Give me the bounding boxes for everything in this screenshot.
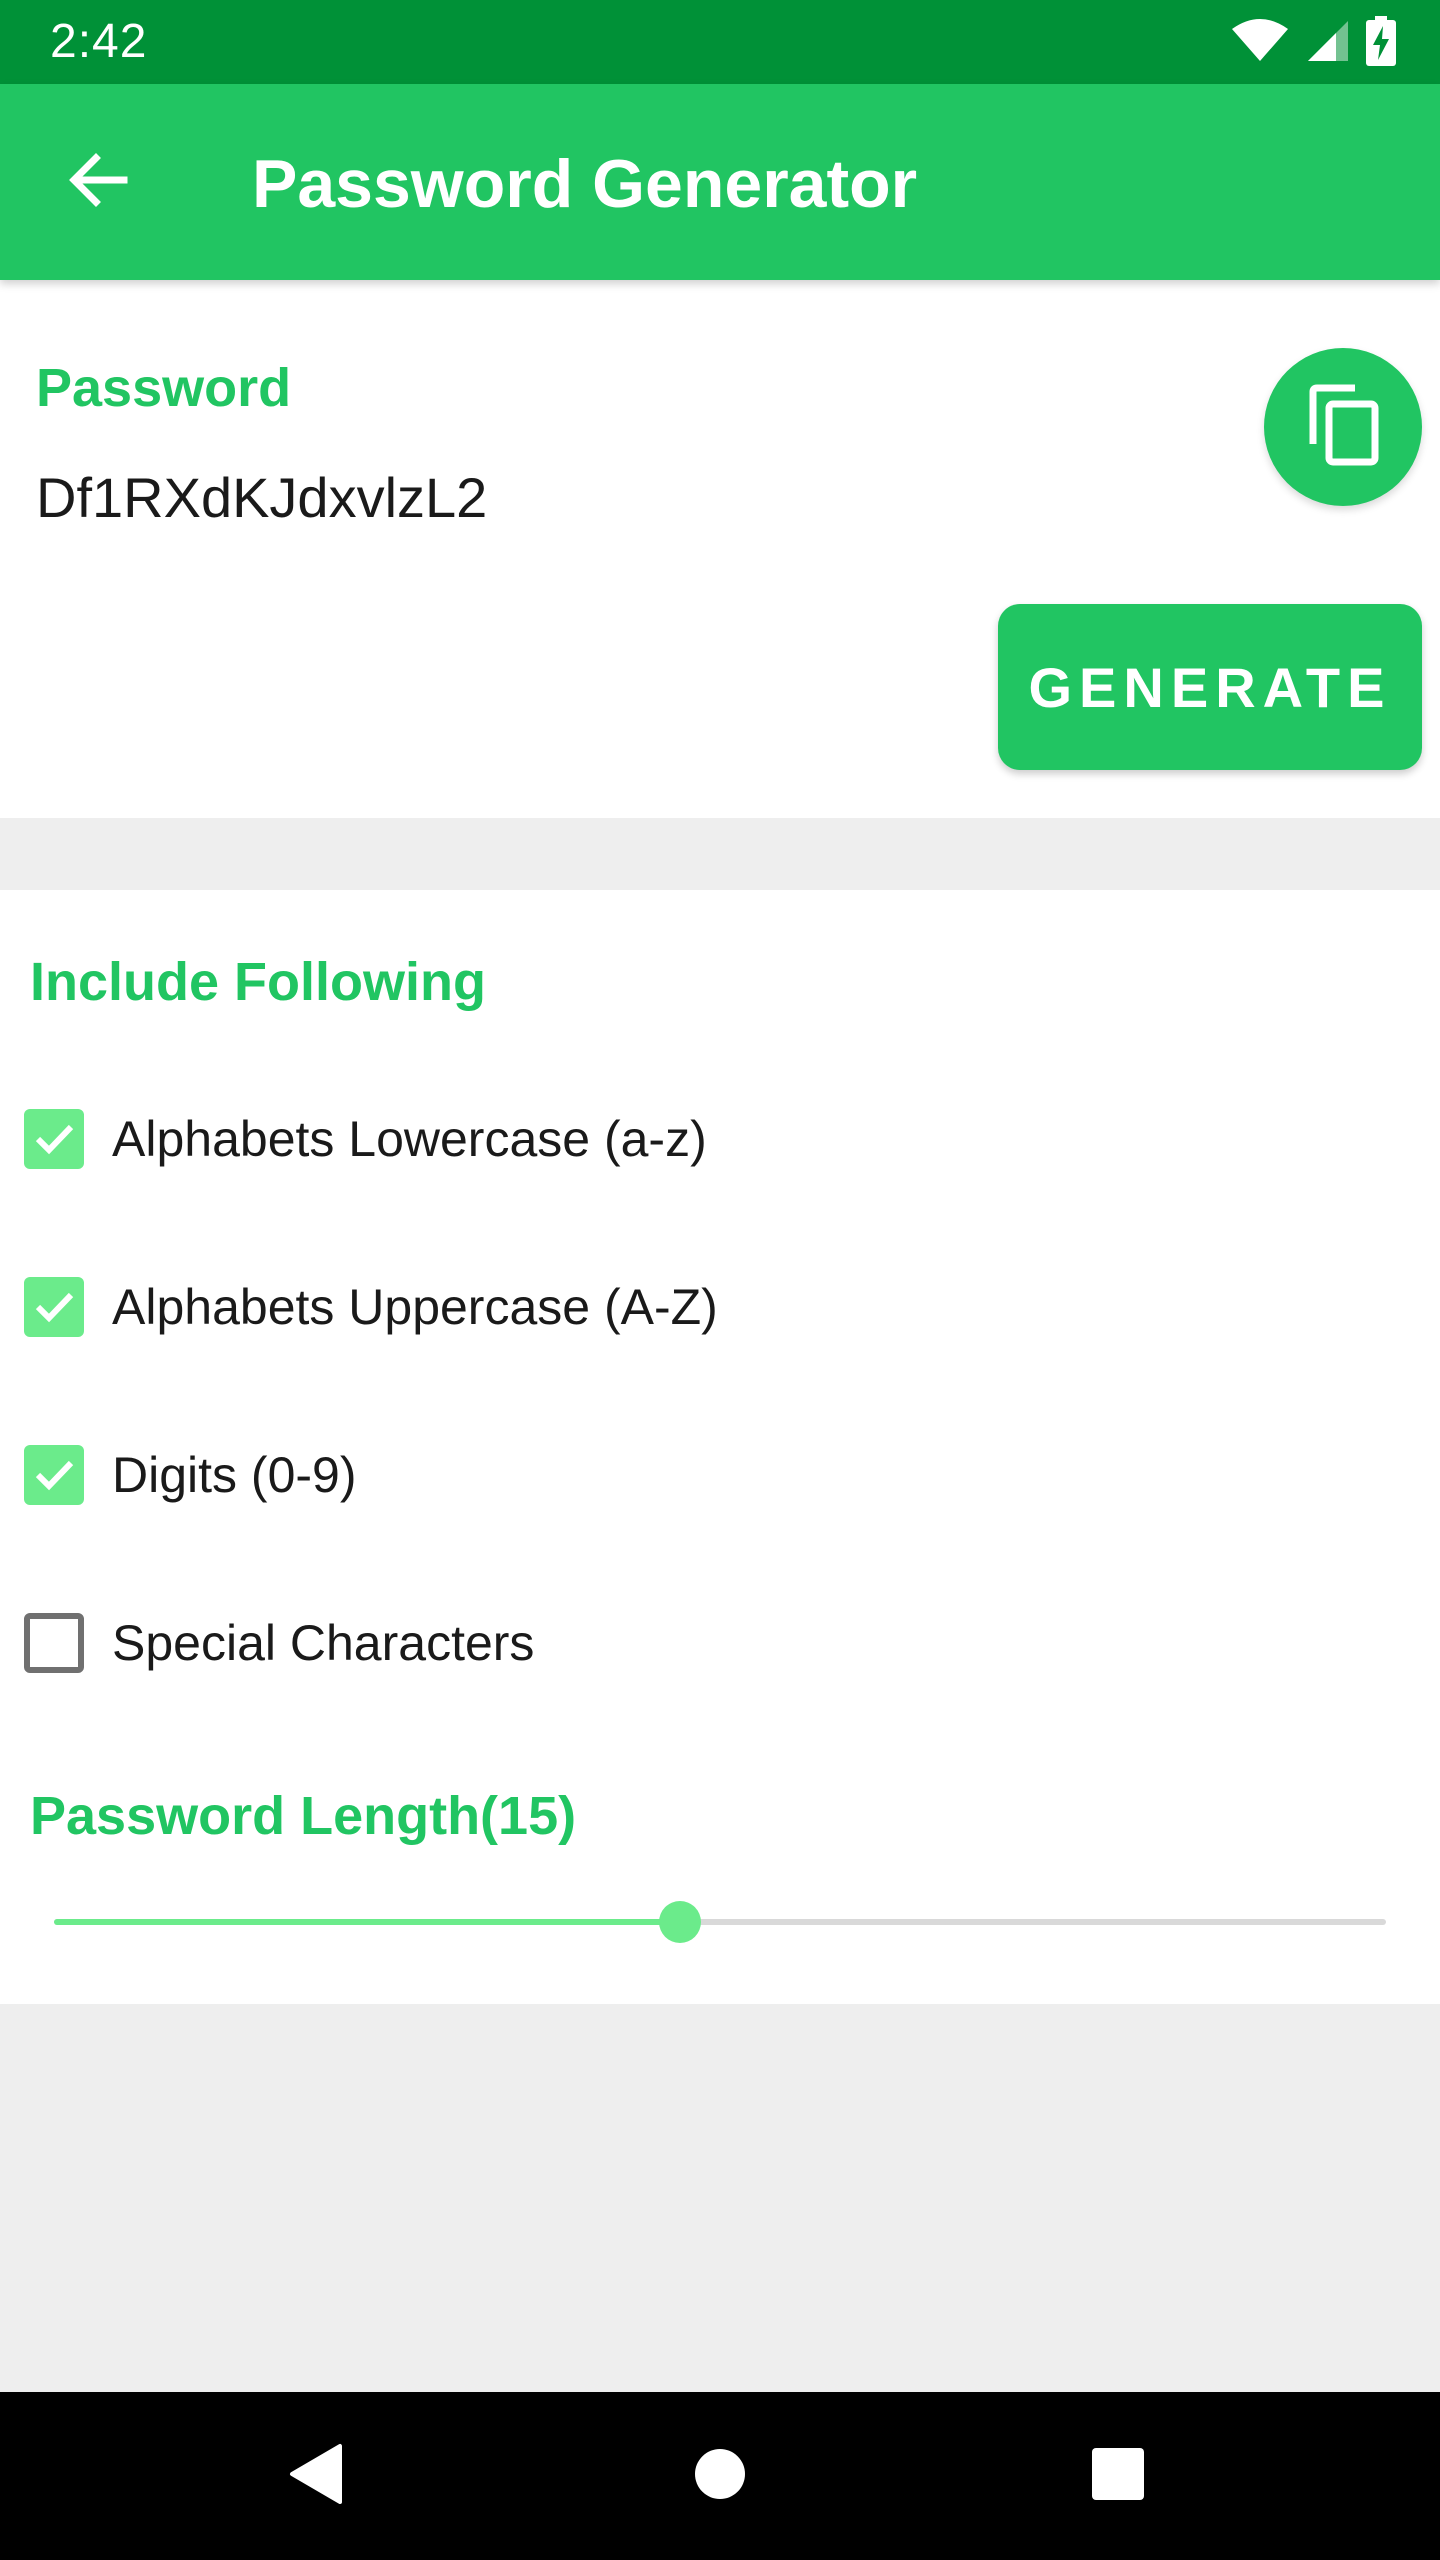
option-special-characters[interactable]: Special Characters — [24, 1608, 534, 1678]
status-icons — [1230, 15, 1396, 71]
nav-home-icon — [694, 2448, 746, 2505]
option-label-uppercase: Alphabets Uppercase (A-Z) — [112, 1279, 718, 1335]
app-title: Password Generator — [252, 146, 918, 222]
navigation-bar — [0, 2392, 1440, 2560]
wifi-icon — [1230, 18, 1290, 68]
checkbox-uppercase[interactable] — [24, 1277, 84, 1337]
include-following-title: Include Following — [30, 952, 486, 1012]
option-uppercase[interactable]: Alphabets Uppercase (A-Z) — [24, 1272, 718, 1342]
nav-back-icon — [288, 2442, 348, 2511]
status-bar: 2:42 — [0, 0, 1440, 84]
nav-home-button[interactable] — [672, 2428, 768, 2524]
cell-signal-icon — [1306, 19, 1350, 68]
password-label: Password — [36, 358, 292, 418]
arrow-back-icon — [66, 148, 130, 217]
nav-back-button[interactable] — [270, 2428, 366, 2524]
password-length-title: Password Length(15) — [30, 1786, 577, 1846]
checkbox-special-characters[interactable] — [24, 1613, 84, 1673]
option-label-special-characters: Special Characters — [112, 1615, 535, 1671]
app-bar: Password Generator — [0, 84, 1440, 280]
password-card: Password Df1RXdKJdxvlzL2 GENERATE — [0, 280, 1440, 818]
checkbox-lowercase[interactable] — [24, 1109, 84, 1169]
slider-fill — [54, 1919, 681, 1925]
checkbox-digits[interactable] — [24, 1445, 84, 1505]
battery-charging-icon — [1366, 15, 1396, 71]
password-length-slider[interactable] — [54, 1892, 1386, 1952]
copy-button[interactable] — [1264, 348, 1422, 506]
password-value: Df1RXdKJdxvlzL2 — [36, 466, 488, 529]
slider-thumb[interactable] — [659, 1901, 702, 1943]
option-label-lowercase: Alphabets Lowercase (a-z) — [112, 1111, 707, 1167]
option-lowercase[interactable]: Alphabets Lowercase (a-z) — [24, 1104, 707, 1174]
options-card: Include Following Alphabets Lowercase (a… — [0, 890, 1440, 2004]
back-button[interactable] — [50, 134, 146, 230]
option-label-digits: Digits (0-9) — [112, 1447, 357, 1503]
nav-recents-button[interactable] — [1070, 2428, 1166, 2524]
status-time: 2:42 — [50, 15, 148, 68]
nav-recents-icon — [1091, 2447, 1145, 2506]
option-digits[interactable]: Digits (0-9) — [24, 1440, 356, 1510]
copy-icon — [1305, 384, 1381, 471]
generate-button[interactable]: GENERATE — [998, 604, 1422, 770]
